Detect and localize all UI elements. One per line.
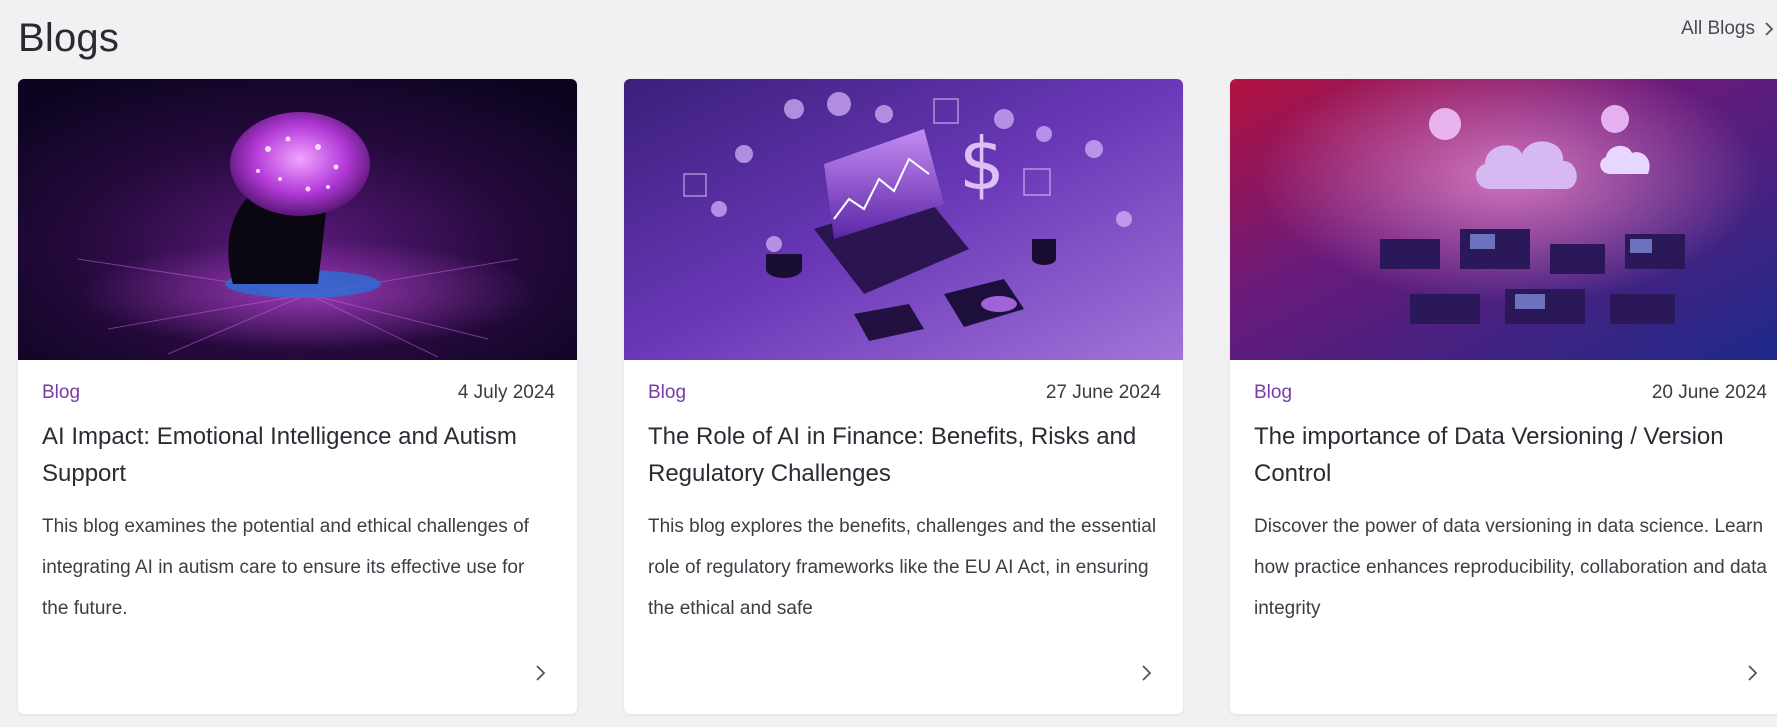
brain-head-illustration [18, 79, 577, 360]
card-meta: Blog 27 June 2024 [648, 382, 1161, 404]
card-description: Discover the power of data versioning in… [1254, 516, 1767, 619]
all-blogs-label: All Blogs [1681, 18, 1755, 39]
card-meta: Blog 4 July 2024 [42, 382, 555, 404]
blog-card-list: Blog 4 July 2024 AI Impact: Emotional In… [18, 79, 1777, 714]
card-title[interactable]: The importance of Data Versioning / Vers… [1254, 418, 1767, 492]
card-body: Blog 20 June 2024 The importance of Data… [1254, 382, 1767, 629]
section-title: Blogs [18, 16, 120, 60]
finance-laptop-illustration: $ [624, 79, 1183, 360]
card-title[interactable]: AI Impact: Emotional Intelligence and Au… [42, 418, 555, 492]
card-body: Blog 4 July 2024 AI Impact: Emotional In… [42, 382, 555, 629]
blog-card[interactable]: Blog 20 June 2024 The importance of Data… [1230, 79, 1777, 714]
card-description: This blog explores the benefits, challen… [648, 516, 1157, 619]
blogs-section: Blogs All Blogs Blog 4 July 2024 AI Impa… [0, 0, 1777, 727]
card-meta: Blog 20 June 2024 [1254, 382, 1767, 404]
chevron-right-icon [1748, 665, 1758, 681]
card-title[interactable]: The Role of AI in Finance: Benefits, Ris… [648, 418, 1161, 492]
svg-text:$: $ [959, 122, 1005, 206]
chevron-right-icon [536, 665, 546, 681]
data-cloud-illustration [1230, 79, 1777, 360]
chevron-right-icon [1142, 665, 1152, 681]
card-date: 20 June 2024 [1651, 382, 1767, 403]
read-more-button[interactable] [1737, 658, 1767, 688]
card-category[interactable]: Blog [648, 382, 686, 404]
card-category[interactable]: Blog [42, 382, 80, 404]
read-more-button[interactable] [1131, 658, 1161, 688]
card-description: This blog examines the potential and eth… [42, 516, 529, 619]
read-more-button[interactable] [525, 658, 555, 688]
card-body: Blog 27 June 2024 The Role of AI in Fina… [648, 382, 1161, 629]
chevron-right-icon [1765, 22, 1774, 36]
card-category[interactable]: Blog [1254, 382, 1292, 404]
blog-card[interactable]: Blog 4 July 2024 AI Impact: Emotional In… [18, 79, 577, 714]
card-date: 4 July 2024 [457, 382, 555, 403]
blog-card[interactable]: $ Blog 27 June 2024 The Role of AI in Fi… [624, 79, 1183, 714]
card-date: 27 June 2024 [1045, 382, 1161, 403]
all-blogs-link[interactable]: All Blogs [1681, 18, 1777, 40]
